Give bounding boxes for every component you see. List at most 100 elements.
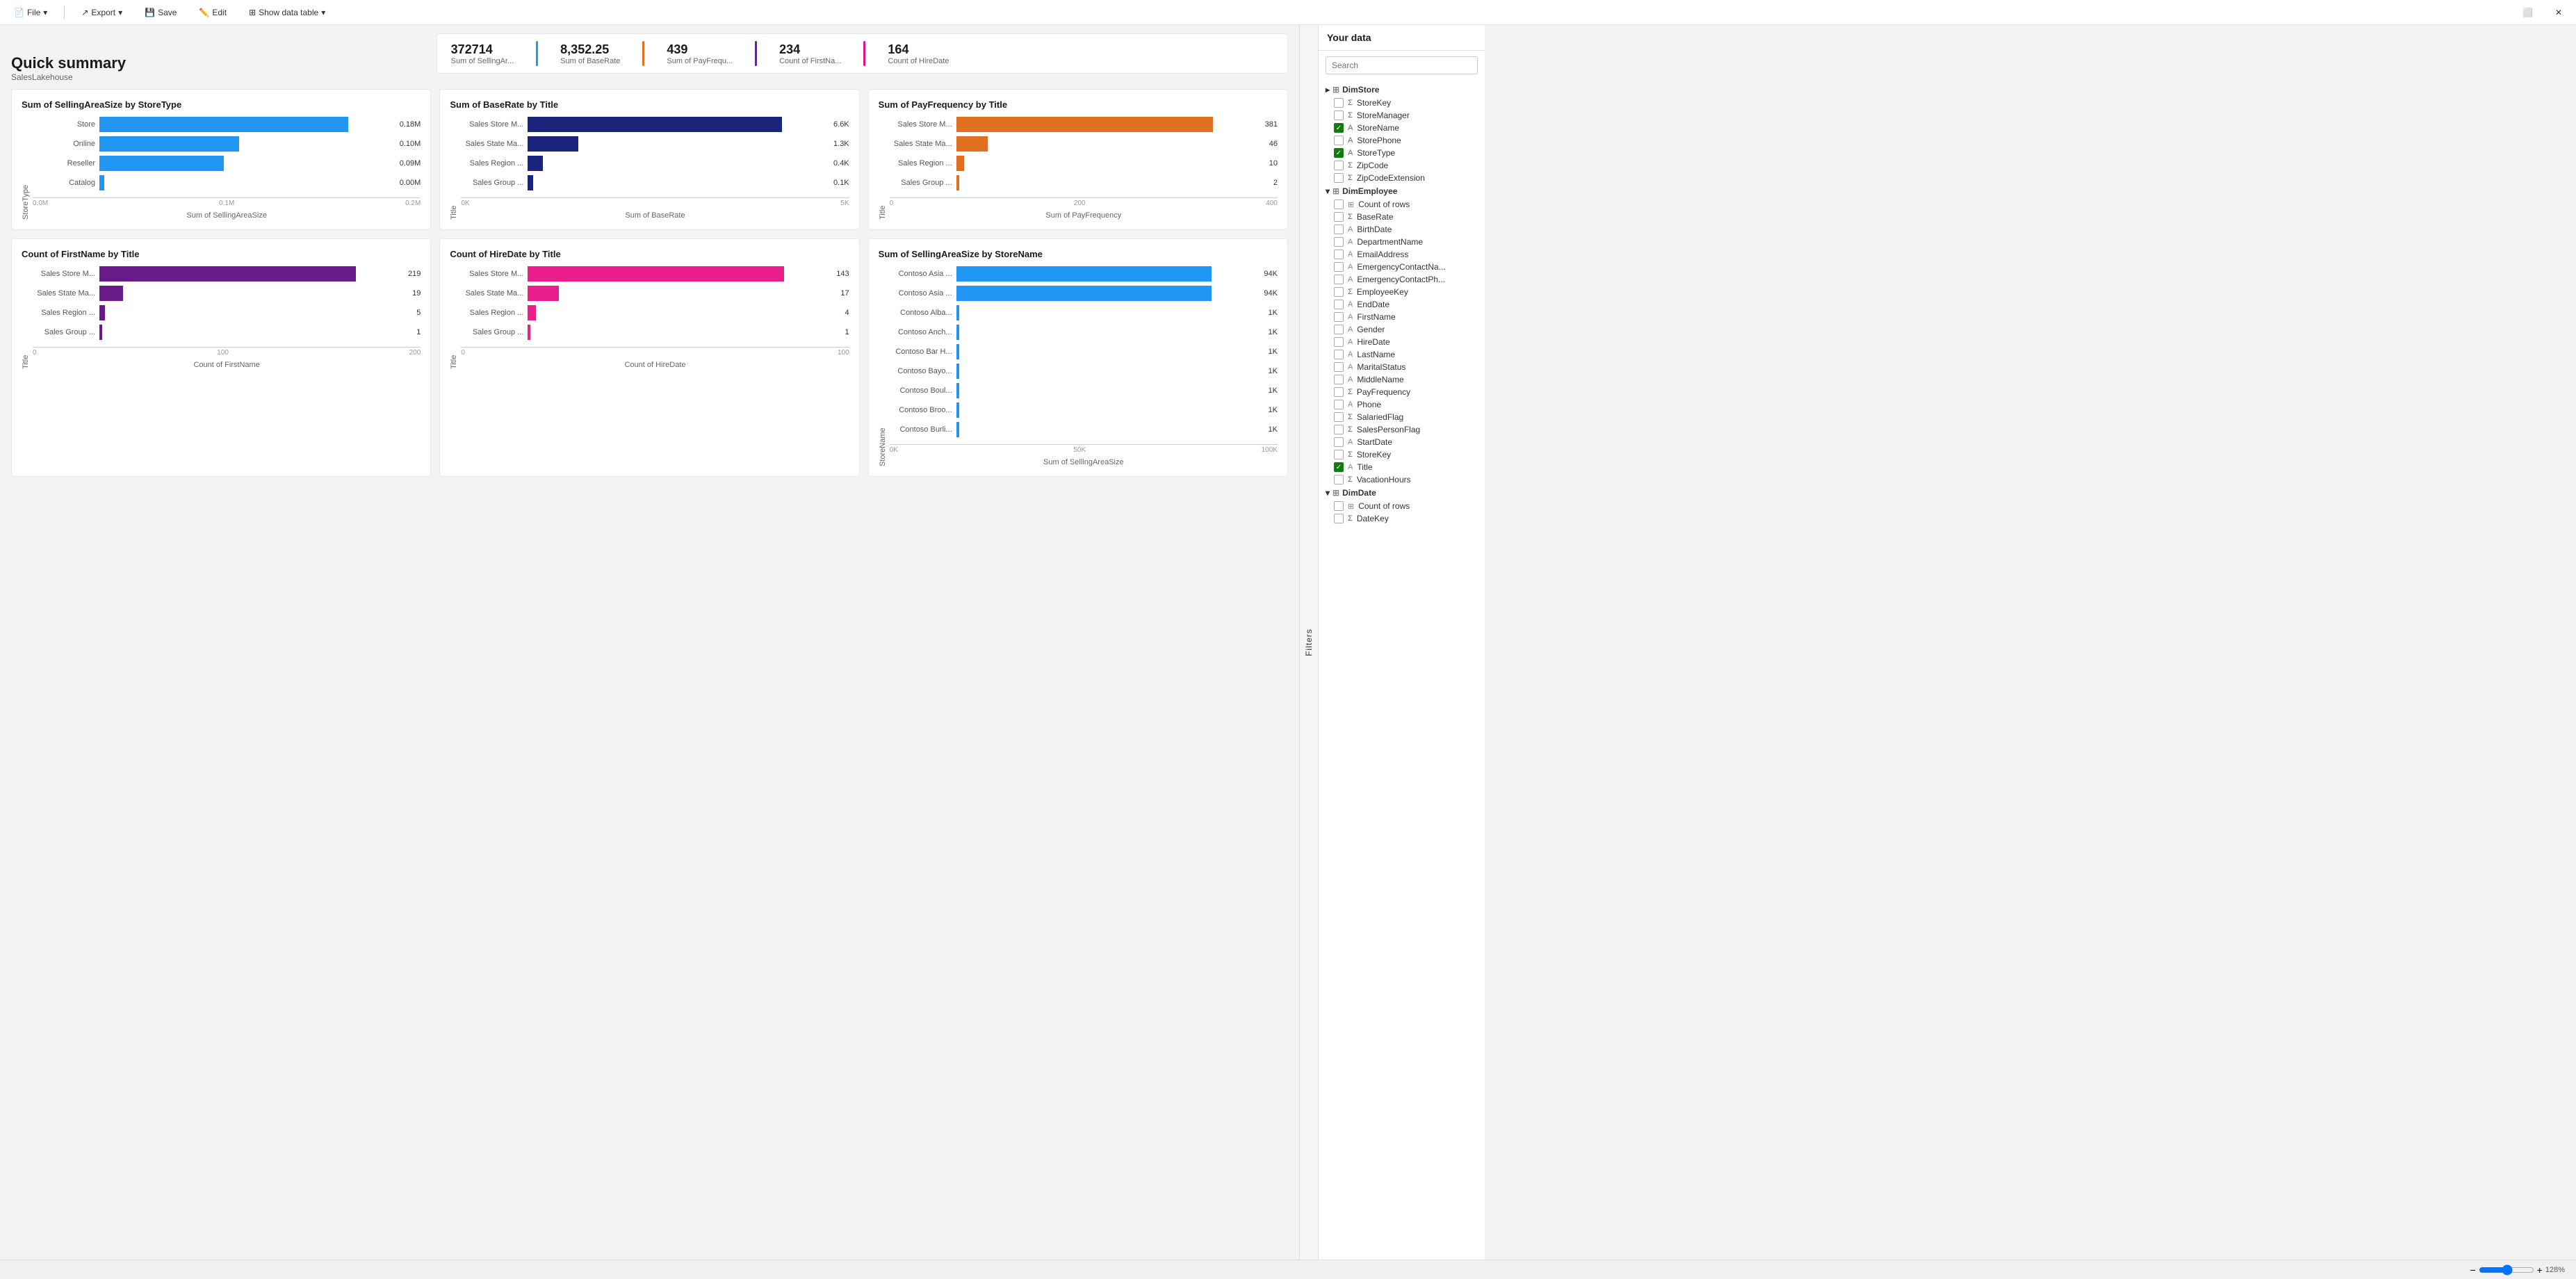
bar-value-5-2: 1K	[1269, 309, 1278, 317]
sidebar-item-1-8[interactable]: A EndDate	[1324, 298, 1485, 311]
type-icon-1-20: Σ	[1348, 450, 1353, 459]
checkbox-1-6[interactable]	[1334, 275, 1344, 284]
sidebar-item-1-12[interactable]: A LastName	[1324, 348, 1485, 361]
item-label-1-5: EmergencyContactNa...	[1357, 262, 1445, 272]
sidebar-item-1-1[interactable]: Σ BaseRate	[1324, 211, 1485, 223]
sidebar-item-1-2[interactable]: A BirthDate	[1324, 223, 1485, 236]
sidebar-item-1-4[interactable]: A EmailAddress	[1324, 248, 1485, 261]
checkbox-1-8[interactable]	[1334, 300, 1344, 309]
tree-group-header-0[interactable]: ▸ ⊞ DimStore	[1319, 83, 1485, 97]
sidebar-item-1-18[interactable]: Σ SalesPersonFlag	[1324, 423, 1485, 436]
export-button[interactable]: ↗ Export ▾	[76, 5, 128, 20]
tree-group-header-1[interactable]: ▾ ⊞ DimEmployee	[1319, 184, 1485, 198]
bar-fill-5-2	[956, 305, 959, 320]
checkbox-2-0[interactable]	[1334, 501, 1344, 511]
item-label-1-4: EmailAddress	[1357, 250, 1408, 259]
chart-title-0: Sum of SellingAreaSize by StoreType	[22, 99, 421, 110]
search-input[interactable]	[1326, 56, 1478, 74]
item-label-1-3: DepartmentName	[1357, 237, 1423, 247]
checkbox-1-4[interactable]	[1334, 250, 1344, 259]
checkbox-1-18[interactable]	[1334, 425, 1344, 434]
checkbox-2-1[interactable]	[1334, 514, 1344, 523]
bar-label-3-1: Sales State Ma...	[33, 289, 95, 298]
checkbox-1-14[interactable]	[1334, 375, 1344, 384]
sidebar-item-1-10[interactable]: A Gender	[1324, 323, 1485, 336]
cb-p-0-1[interactable]	[1334, 111, 1344, 120]
sidebar-item-partial-0-0[interactable]: Σ StoreKey	[1324, 97, 1485, 109]
save-button[interactable]: 💾 Save	[139, 5, 182, 20]
sidebar-item-1-19[interactable]: A StartDate	[1324, 436, 1485, 448]
sidebar-item-1-0[interactable]: ⊞ Count of rows	[1324, 198, 1485, 211]
filters-tab[interactable]: Filters	[1299, 25, 1318, 1260]
window-button[interactable]: ⬜	[2517, 5, 2538, 20]
zoom-slider[interactable]	[2479, 1264, 2534, 1276]
checkbox-1-10[interactable]	[1334, 325, 1344, 334]
sidebar-item-1-16[interactable]: A Phone	[1324, 398, 1485, 411]
checkbox-1-15[interactable]	[1334, 387, 1344, 397]
save-icon: 💾	[145, 8, 155, 17]
sidebar-item-partial-0-6[interactable]: Σ ZipCodeExtension	[1324, 172, 1485, 184]
zoom-out-button[interactable]: −	[2470, 1264, 2475, 1276]
show-data-table-button[interactable]: ⊞ Show data table ▾	[243, 5, 331, 20]
sidebar-item-1-11[interactable]: A HireDate	[1324, 336, 1485, 348]
sidebar-item-1-5[interactable]: A EmergencyContactNa...	[1324, 261, 1485, 273]
sidebar-item-1-15[interactable]: Σ PayFrequency	[1324, 386, 1485, 398]
sidebar-item-partial-0-4[interactable]: ✓ A StoreType	[1324, 147, 1485, 159]
cb-p-0-4[interactable]: ✓	[1334, 148, 1344, 158]
edit-button[interactable]: ✏️ Edit	[193, 5, 232, 20]
sidebar-item-1-14[interactable]: A MiddleName	[1324, 373, 1485, 386]
type-p-0-0: Σ	[1348, 99, 1353, 107]
checkbox-1-17[interactable]	[1334, 412, 1344, 422]
checkbox-1-19[interactable]	[1334, 437, 1344, 447]
file-label: File	[27, 8, 40, 17]
file-button[interactable]: 📄 File ▾	[8, 5, 53, 20]
sidebar-item-partial-0-2[interactable]: ✓ A StoreName	[1324, 122, 1485, 134]
bar-row-1-0: Sales Store M... 6.6K	[461, 117, 849, 132]
close-button[interactable]: ✕	[2550, 5, 2568, 20]
checkbox-1-13[interactable]	[1334, 362, 1344, 372]
sidebar-item-1-6[interactable]: A EmergencyContactPh...	[1324, 273, 1485, 286]
sidebar-item-1-7[interactable]: Σ EmployeeKey	[1324, 286, 1485, 298]
kpi-value-4: 164	[888, 42, 949, 57]
checkbox-1-16[interactable]	[1334, 400, 1344, 409]
sidebar-item-1-22[interactable]: Σ VacationHours	[1324, 473, 1485, 486]
sidebar-item-1-20[interactable]: Σ StoreKey	[1324, 448, 1485, 461]
checkbox-1-5[interactable]	[1334, 262, 1344, 272]
chart-inner-5: StoreName Contoso Asia ... 94K Contoso A…	[879, 266, 1278, 466]
chart-card-5: Sum of SellingAreaSize by StoreName Stor…	[868, 238, 1288, 477]
sidebar-item-1-21[interactable]: ✓ A Title	[1324, 461, 1485, 473]
checkbox-1-0[interactable]	[1334, 199, 1344, 209]
cb-p-0-6[interactable]	[1334, 173, 1344, 183]
cb-p-0-0[interactable]	[1334, 98, 1344, 108]
sidebar-item-2-1[interactable]: Σ DateKey	[1324, 512, 1485, 525]
sidebar-item-1-9[interactable]: A FirstName	[1324, 311, 1485, 323]
zoom-in-button[interactable]: +	[2537, 1264, 2543, 1276]
bar-value-3-2: 5	[416, 309, 421, 317]
sidebar-item-1-3[interactable]: A DepartmentName	[1324, 236, 1485, 248]
tree-group-header-2[interactable]: ▾ ⊞ DimDate	[1319, 486, 1485, 500]
sidebar-item-1-13[interactable]: A MaritalStatus	[1324, 361, 1485, 373]
cb-p-0-5[interactable]	[1334, 161, 1344, 170]
sidebar-item-1-17[interactable]: Σ SalariedFlag	[1324, 411, 1485, 423]
tree-chevron-0: ▸	[1326, 85, 1330, 95]
cb-p-0-3[interactable]	[1334, 136, 1344, 145]
checkbox-1-2[interactable]	[1334, 225, 1344, 234]
checkbox-1-7[interactable]	[1334, 287, 1344, 297]
checkbox-1-9[interactable]	[1334, 312, 1344, 322]
checkbox-1-22[interactable]	[1334, 475, 1344, 484]
checkbox-1-21[interactable]: ✓	[1334, 462, 1344, 472]
sidebar-item-2-0[interactable]: ⊞ Count of rows	[1324, 500, 1485, 512]
type-icon-1-13: A	[1348, 363, 1353, 371]
sidebar-item-partial-0-3[interactable]: A StorePhone	[1324, 134, 1485, 147]
bar-container-1-3	[528, 175, 826, 190]
checkbox-1-12[interactable]	[1334, 350, 1344, 359]
cb-p-0-2[interactable]: ✓	[1334, 123, 1344, 133]
sidebar-item-partial-0-1[interactable]: Σ StoreManager	[1324, 109, 1485, 122]
checkbox-1-11[interactable]	[1334, 337, 1344, 347]
checkbox-1-20[interactable]	[1334, 450, 1344, 459]
sidebar-item-partial-0-5[interactable]: Σ ZipCode	[1324, 159, 1485, 172]
checkbox-1-1[interactable]	[1334, 212, 1344, 222]
zoom-level: 128%	[2545, 1266, 2565, 1274]
checkbox-1-3[interactable]	[1334, 237, 1344, 247]
charts-grid: Sum of SellingAreaSize by StoreType Stor…	[11, 89, 1288, 477]
